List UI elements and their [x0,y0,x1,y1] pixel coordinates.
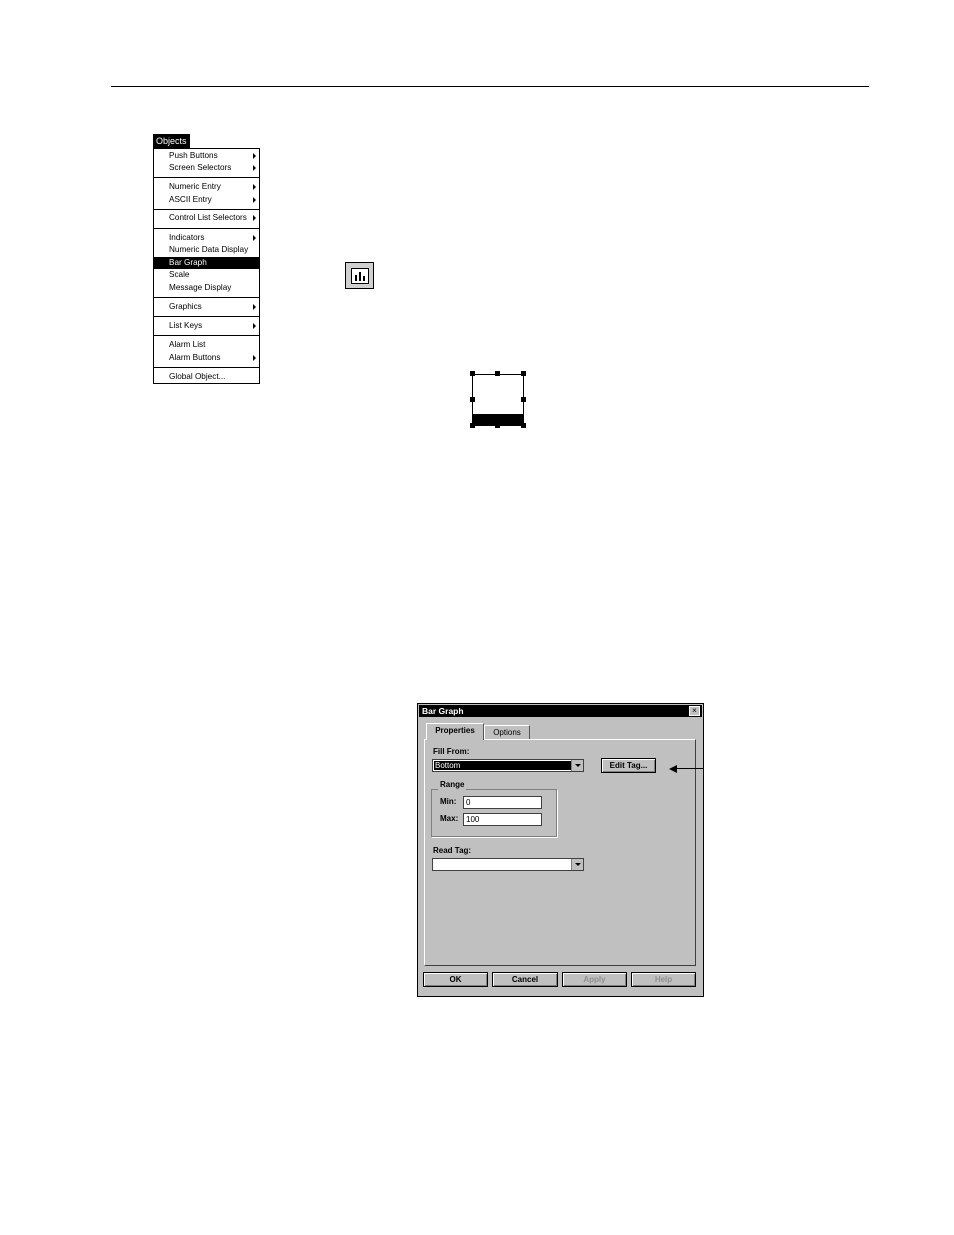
menu-item-label: Alarm Buttons [169,353,221,362]
menu-item-control-list-selectors[interactable]: Control List Selectors [154,212,259,224]
menu-separator [154,177,259,178]
fill-from-label: Fill From: [433,747,470,756]
resize-handle[interactable] [521,397,526,402]
edit-tag-button[interactable]: Edit Tag... [601,758,656,773]
submenu-arrow-icon [253,235,256,241]
menu-item-label: Numeric Entry [169,182,221,191]
menu-separator [154,316,259,317]
min-input[interactable]: 0 [463,796,542,809]
menu-separator [154,335,259,336]
fill-from-select[interactable]: Bottom [432,759,584,772]
menu-item-bar-graph[interactable]: Bar Graph [154,257,259,269]
submenu-arrow-icon [253,323,256,329]
menu-item-message-display[interactable]: Message Display [154,282,259,294]
menu-item-label: Control List Selectors [169,213,247,222]
submenu-arrow-icon [253,355,256,361]
callout-arrow-icon [669,765,677,773]
chevron-down-icon[interactable] [571,859,583,870]
menu-separator [154,297,259,298]
menu-item-numeric-entry[interactable]: Numeric Entry [154,181,259,193]
tab-options[interactable]: Options [484,725,530,739]
submenu-arrow-icon [253,165,256,171]
bar-graph-tool-icon[interactable] [345,262,374,289]
submenu-arrow-icon [253,197,256,203]
menu-item-alarm-buttons[interactable]: Alarm Buttons [154,352,259,364]
menu-item-graphics[interactable]: Graphics [154,301,259,313]
menu-separator [154,367,259,368]
apply-button[interactable]: Apply [562,972,627,987]
close-icon[interactable]: × [689,706,700,716]
ok-button[interactable]: OK [423,972,488,987]
resize-handle[interactable] [470,423,475,428]
menu-item-scale[interactable]: Scale [154,269,259,281]
menu-item-indicators[interactable]: Indicators [154,232,259,244]
menu-item-list-keys[interactable]: List Keys [154,320,259,332]
menu-item-screen-selectors[interactable]: Screen Selectors [154,162,259,174]
bar-graph-icon-bar [359,272,361,281]
submenu-arrow-icon [253,304,256,310]
menu-item-label: Indicators [169,233,205,242]
chevron-down-icon[interactable] [571,760,583,771]
menu-separator [154,228,259,229]
range-label: Range [438,780,467,790]
submenu-arrow-icon [253,153,256,159]
menu-item-label: Bar Graph [169,258,207,267]
fill-from-value: Bottom [434,761,571,770]
resize-handle[interactable] [495,371,500,376]
callout-arrow-line [676,768,704,769]
resize-handle[interactable] [495,423,500,428]
objects-menu-title[interactable]: Objects [153,134,190,148]
menu-item-numeric-data-display[interactable]: Numeric Data Display [154,244,259,256]
resize-handle[interactable] [521,423,526,428]
placed-bar-graph-object[interactable] [472,374,524,426]
menu-item-label: ASCII Entry [169,195,212,204]
menu-item-alarm-list[interactable]: Alarm List [154,339,259,351]
submenu-arrow-icon [253,215,256,221]
max-input[interactable]: 100 [463,813,542,826]
menu-item-global-object[interactable]: Global Object... [154,371,259,383]
tab-properties[interactable]: Properties [426,723,484,740]
menu-item-label: List Keys [169,321,203,330]
resize-handle[interactable] [521,371,526,376]
dialog-title: Bar Graph [419,705,702,717]
menu-item-label: Scale [169,270,190,279]
menu-item-label: Numeric Data Display [169,245,249,254]
header-rule [111,86,869,87]
menu-item-label: Push Buttons [169,151,218,160]
resize-handle[interactable] [470,371,475,376]
menu-item-label: Message Display [169,283,232,292]
menu-item-label: Alarm List [169,340,206,349]
menu-item-label: Graphics [169,302,202,311]
read-tag-value [434,860,571,869]
min-label: Min: [440,797,457,806]
menu-separator [154,209,259,210]
submenu-arrow-icon [253,184,256,190]
menu-item-push-buttons[interactable]: Push Buttons [154,150,259,162]
help-button[interactable]: Help [631,972,696,987]
read-tag-label: Read Tag: [433,846,472,855]
bar-graph-icon-bar [363,276,365,281]
read-tag-select[interactable] [432,858,584,871]
cancel-button[interactable]: Cancel [492,972,558,987]
resize-handle[interactable] [470,397,475,402]
bar-graph-icon-frame [351,268,369,284]
objects-menu: Push Buttons Screen Selectors Numeric En… [153,148,260,384]
menu-item-ascii-entry[interactable]: ASCII Entry [154,194,259,206]
bar-graph-icon-bar [355,275,357,281]
max-label: Max: [440,814,459,823]
menu-item-label: Screen Selectors [169,163,232,172]
menu-item-label: Global Object... [169,372,226,381]
